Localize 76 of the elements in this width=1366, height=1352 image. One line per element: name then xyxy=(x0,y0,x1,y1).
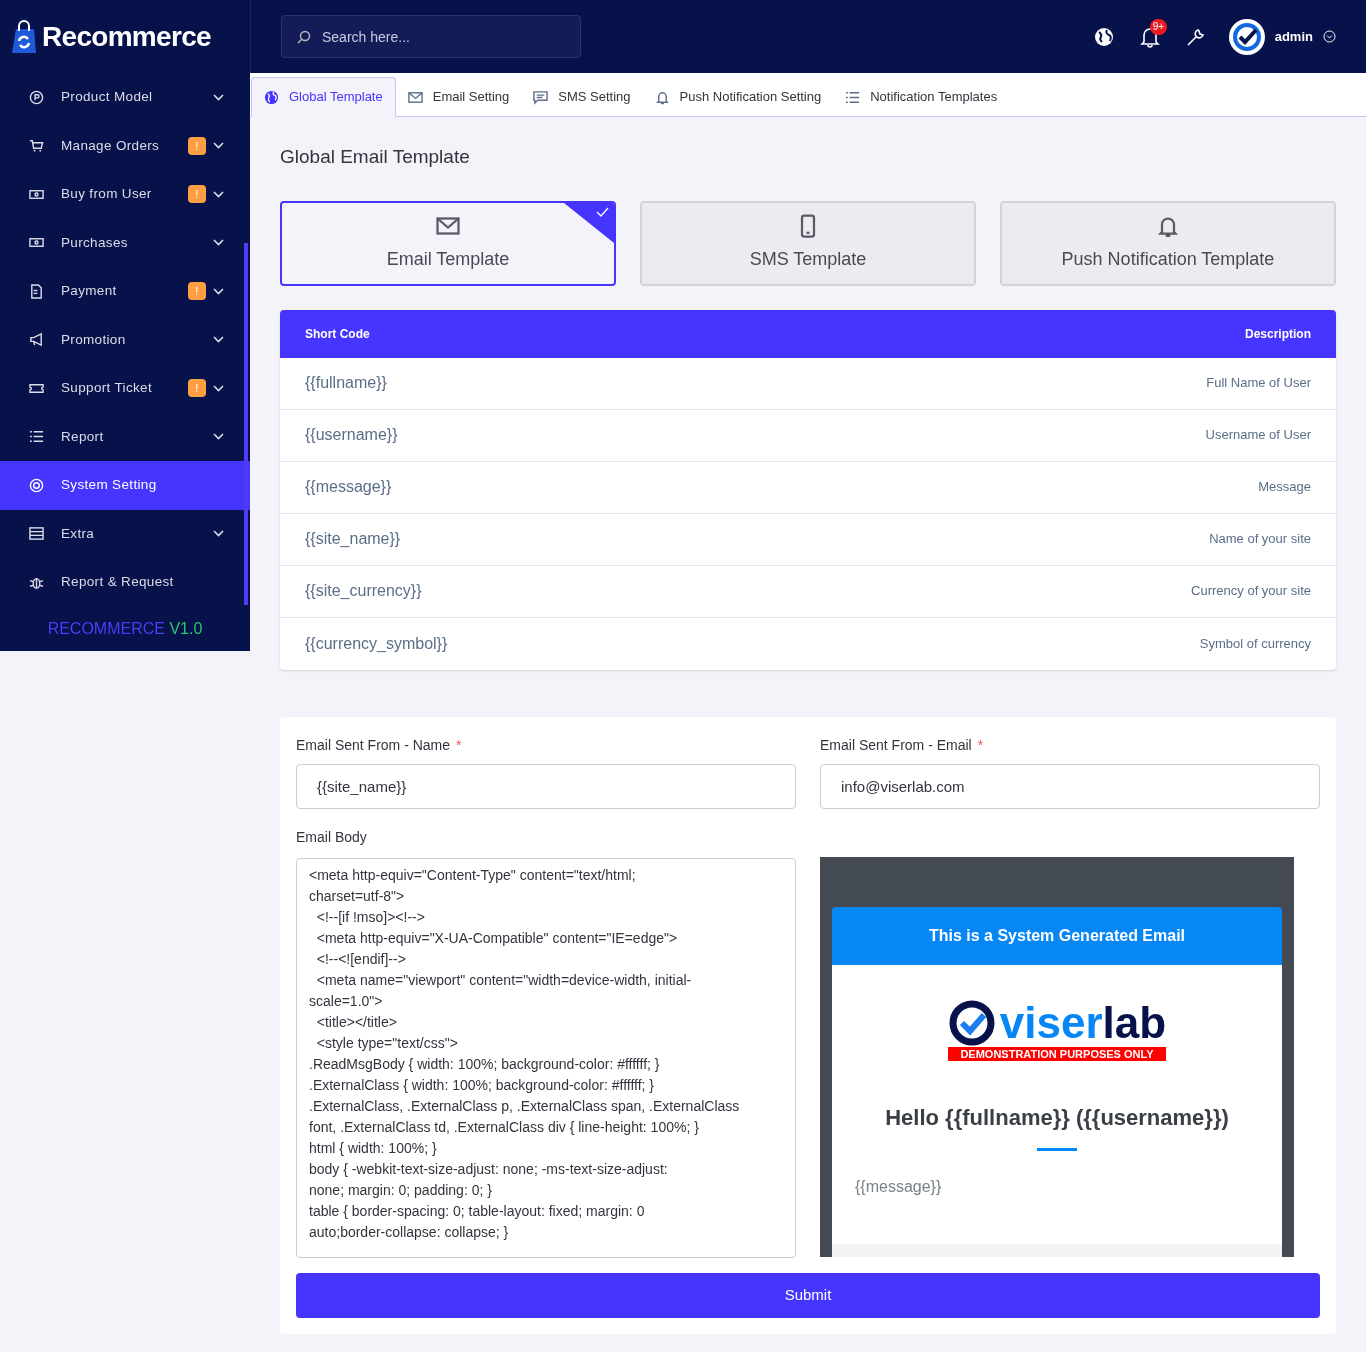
tab[interactable]: Notification Templates xyxy=(833,77,1010,117)
field-label: Email Sent From - Name xyxy=(296,735,451,755)
user-menu[interactable]: admin xyxy=(1228,18,1336,55)
sidebar-item[interactable]: Buy from User ! xyxy=(0,170,250,219)
globe-icon[interactable] xyxy=(1093,26,1114,47)
megaphone-icon xyxy=(29,332,44,348)
alert-badge: ! xyxy=(188,282,206,301)
template-option[interactable]: Email Template xyxy=(280,200,616,286)
envelope-icon xyxy=(407,89,423,105)
table-cell-text: {{message}} xyxy=(305,477,392,497)
tab[interactable]: Push Notification Setting xyxy=(642,77,834,117)
sidebar-item[interactable]: Purchases xyxy=(0,218,250,267)
sidebar-item[interactable]: Product Model xyxy=(0,73,250,122)
sidebar-item[interactable]: Report & Request xyxy=(0,558,250,607)
search-icon xyxy=(297,30,311,44)
table-cell-text: Username of User xyxy=(1205,426,1311,445)
email-body-field[interactable]: <meta http-equiv="Content-Type" content="text/html; charset=utf-8"> <!--[if !mso]><!--> <meta http-equiv="X-UA-Compatible" content="IE=edge"> <!--<![endif]--> <meta name="viewport" content="width=device-width, initial- scale=1.0"> <title></title> <style type="text/css"> .ReadMsgBody { width: 100%; background-color: #ffffff; } .ExternalClass { width: 100%; background-color: #ffffff; } .ExternalClass, .ExternalClass p, .ExternalClass span, .ExternalClass font, .ExternalClass td, .ExternalClass div { line-height: 100%; } html { width: 100%; } body { -webkit-text-size-adjust: none; -ms-text-size-adjust: none; margin: 0; padding: 0; } table { border-spacing: 0; table-layout: fixed; margin: 0 auto;border-collapse: collapse; } xyxy=(296,857,796,1258)
wrench-icon[interactable] xyxy=(1185,26,1206,47)
greeting: Hello {{fullname}} ({{username}}) xyxy=(885,1103,1229,1132)
invoice-icon xyxy=(29,283,44,299)
brand-name: Recommerce xyxy=(42,19,211,54)
input-field[interactable]: info@viserlab.com xyxy=(820,763,1320,809)
table-cell-text: {{site_currency}} xyxy=(305,581,422,601)
table-cell-text: Name of your site xyxy=(1209,530,1311,549)
search-field[interactable]: Search here... xyxy=(281,15,581,58)
sidebar-item[interactable]: Support Ticket ! xyxy=(0,364,250,413)
input-field[interactable]: {{site_name}} xyxy=(296,763,796,809)
table-cell-text: Currency of your site xyxy=(1191,582,1311,601)
field-label: Email Body xyxy=(296,827,368,847)
selected-check-icon xyxy=(564,202,614,243)
table-cell-text: {{fullname}} xyxy=(305,373,387,393)
accent-line xyxy=(1037,1147,1077,1151)
table-cell-text: Full Name of User xyxy=(1206,374,1311,393)
table-cell-text: Message xyxy=(1258,478,1311,497)
preview-header: This is a System Generated Email xyxy=(832,906,1282,965)
settings-icon xyxy=(29,477,44,493)
alert-badge: ! xyxy=(188,136,206,155)
list-icon xyxy=(29,429,44,445)
chat-icon xyxy=(533,89,549,105)
avatar xyxy=(1228,18,1265,55)
required-mark: * xyxy=(456,735,462,755)
template-option[interactable]: SMS Template xyxy=(640,200,976,286)
chevron-down-icon xyxy=(1323,30,1336,43)
submit-button[interactable]: Submit xyxy=(296,1272,1320,1318)
list-icon xyxy=(845,89,861,105)
tab[interactable]: SMS Setting xyxy=(521,77,643,117)
sidebar-item[interactable]: System Setting xyxy=(0,461,250,510)
column-header: Description xyxy=(1245,325,1311,343)
sidebar-item[interactable]: Payment ! xyxy=(0,267,250,316)
alert-badge: ! xyxy=(188,379,206,398)
sidebar-item[interactable]: Report xyxy=(0,412,250,461)
column-header: Short Code xyxy=(305,325,370,343)
notification-count: 9+ xyxy=(1149,18,1168,35)
sidebar-item[interactable]: Promotion xyxy=(0,315,250,364)
table-cell-text: {{site_name}} xyxy=(305,529,401,549)
version-label: RECOMMERCE V1.0 xyxy=(47,618,203,639)
server-icon xyxy=(29,526,44,542)
globe-icon xyxy=(264,89,279,105)
table-cell-text: {{username}} xyxy=(305,425,398,445)
sidebar-item[interactable]: Manage Orders ! xyxy=(0,121,250,170)
bell-icon xyxy=(654,89,670,105)
product-icon xyxy=(29,89,44,105)
message-text: {{message}} xyxy=(854,1176,943,1197)
table-cell-text: Symbol of currency xyxy=(1199,634,1311,653)
page-title: Global Email Template xyxy=(280,145,471,169)
tab[interactable]: Global Template xyxy=(251,77,396,117)
cart-icon xyxy=(29,138,44,154)
sidebar-item[interactable]: Extra xyxy=(0,509,250,558)
required-mark: * xyxy=(977,735,984,755)
template-option[interactable]: Push Notification Template xyxy=(1000,200,1336,286)
field-label: Email Sent From - Email xyxy=(820,735,972,755)
tab[interactable]: Email Setting xyxy=(395,77,522,117)
table-cell-text: {{currency_symbol}} xyxy=(305,633,448,654)
shopping-bag-logo-icon xyxy=(10,18,38,55)
viserlab-logo-drawing: viserlab DEMONSTRATION PURPOSES ONLY xyxy=(947,998,1167,1061)
alert-badge: ! xyxy=(188,185,206,204)
